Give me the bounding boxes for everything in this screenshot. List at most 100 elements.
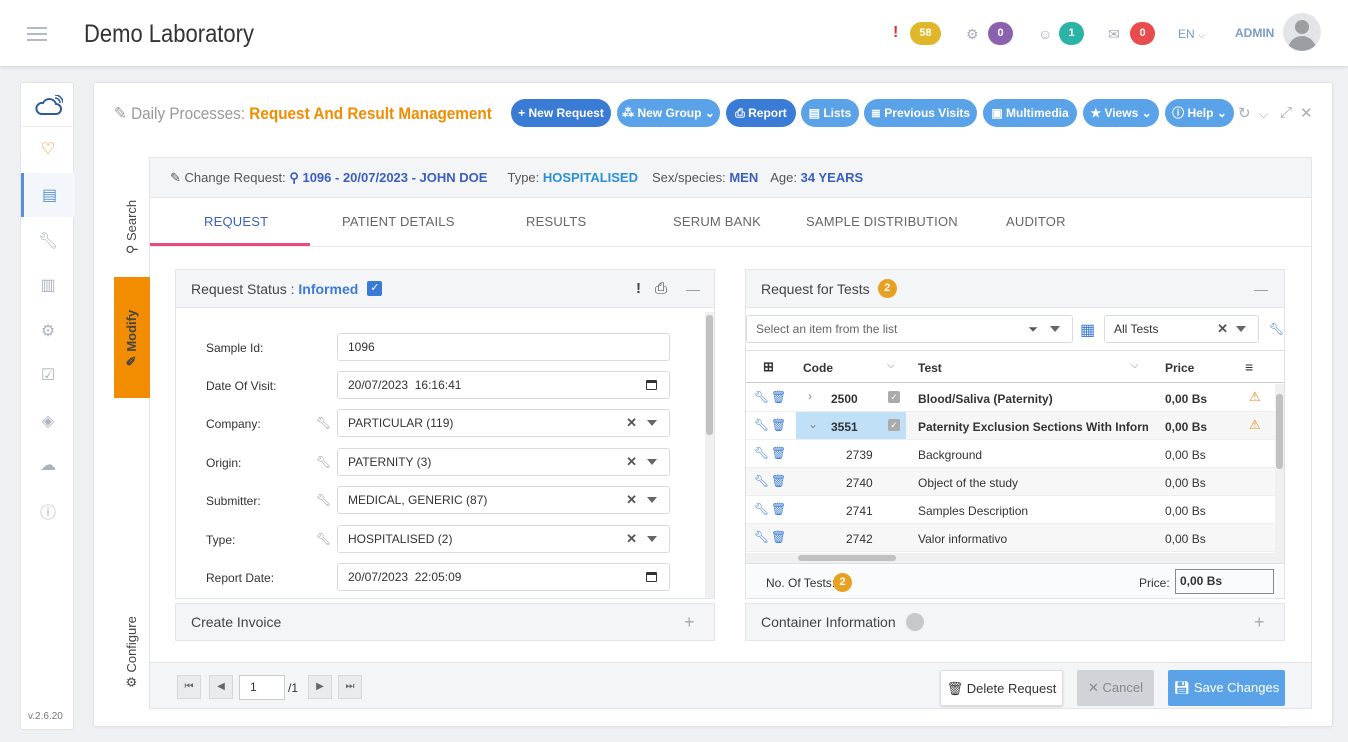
price-total-field[interactable]: 0,00 Bs bbox=[1175, 569, 1274, 594]
last-page-button[interactable]: ⏭ bbox=[338, 675, 362, 699]
informed-checkbox[interactable]: ✓ bbox=[367, 281, 383, 296]
gear-icon[interactable]: ⚙ bbox=[21, 309, 75, 353]
dropdown-icon[interactable] bbox=[1236, 326, 1246, 332]
table-row[interactable]: 🔧︎ 🗑︎ 2741 Samples Description 0,00 Bs bbox=[746, 496, 1284, 524]
minimize-icon[interactable]: — bbox=[1254, 281, 1268, 297]
wrench-icon[interactable]: 🔧︎ bbox=[754, 502, 769, 516]
wrench-icon[interactable]: 🔧︎ bbox=[21, 219, 75, 263]
tab-request[interactable]: REQUEST bbox=[204, 214, 268, 229]
tab-serum-bank[interactable]: SERUM BANK bbox=[673, 214, 761, 229]
users-icon[interactable]: ☺ bbox=[1038, 26, 1052, 42]
language-selector[interactable]: EN ⌵ bbox=[1178, 27, 1205, 41]
help-button[interactable]: ⓘ Help ⌄ bbox=[1165, 99, 1234, 127]
table-row[interactable]: 🔧︎ 🗑︎ ⌄ 3551 ✓ Paternity Exclusion Sections W… bbox=[746, 412, 1284, 440]
row-checkbox[interactable]: ✓ bbox=[888, 419, 900, 431]
menu-icon[interactable] bbox=[27, 27, 47, 41]
trash-icon[interactable]: 🗑︎ bbox=[771, 474, 786, 488]
new-request-button[interactable]: + New Request bbox=[511, 99, 611, 127]
table-row[interactable]: 🔧︎ 🗑︎ › 2500 ✓ Blood/Saliva (Paternity) 0,00 B… bbox=[746, 384, 1284, 412]
first-page-button[interactable]: ⏮ bbox=[177, 675, 201, 699]
trash-icon[interactable]: 🗑︎ bbox=[771, 502, 786, 516]
minimize-icon[interactable]: — bbox=[686, 281, 700, 297]
origin-select[interactable]: PATERNITY (3) ✕ bbox=[337, 448, 670, 476]
chevron-down-icon[interactable]: ⌵ bbox=[1131, 360, 1139, 371]
question-circle-icon[interactable]: ⓘ bbox=[21, 489, 75, 533]
table-row[interactable]: 🔧︎ 🗑︎ 2742 Valor informativo 0,00 Bs bbox=[746, 524, 1284, 552]
cloud-icon[interactable]: ☁ bbox=[21, 443, 75, 487]
table-row[interactable]: 🔧︎ 🗑︎ 2740 Object of the study 0,00 Bs bbox=[746, 468, 1284, 496]
trash-icon[interactable]: 🗑︎ bbox=[771, 530, 786, 544]
expand-row-icon[interactable]: ⌄ bbox=[808, 417, 818, 431]
cancel-button[interactable]: ✕ Cancel bbox=[1077, 670, 1154, 706]
wrench-icon[interactable]: 🔧︎ bbox=[754, 446, 769, 460]
delete-request-button[interactable]: 🗑︎ Delete Request bbox=[940, 670, 1063, 706]
grid-view-icon[interactable]: ▦ bbox=[1080, 320, 1095, 340]
tasks-badge[interactable]: 0 bbox=[988, 22, 1013, 45]
warning-icon[interactable]: ⚠ bbox=[1249, 417, 1261, 433]
form-scrollbar[interactable] bbox=[705, 312, 714, 598]
calendar-icon[interactable] bbox=[646, 572, 657, 582]
dropdown-icon[interactable] bbox=[647, 497, 657, 503]
collapse-icon[interactable]: ⌵ bbox=[1259, 107, 1268, 122]
wrench-icon[interactable]: 🔧︎ bbox=[316, 455, 331, 469]
views-button[interactable]: ★ Views ⌄ bbox=[1083, 99, 1159, 127]
next-page-button[interactable]: ▶ bbox=[308, 675, 332, 699]
wrench-icon[interactable]: 🔧︎ bbox=[316, 532, 331, 546]
create-invoice-card[interactable]: Create Invoice + bbox=[175, 603, 715, 641]
wrench-icon[interactable]: 🔧︎ bbox=[754, 418, 769, 432]
test-filter-select[interactable]: Select an item from the list ⏷ bbox=[746, 315, 1073, 343]
previous-visits-button[interactable]: ≣ Previous Visits bbox=[864, 99, 977, 127]
trash-icon[interactable]: 🗑︎ bbox=[771, 390, 786, 404]
envelope-icon[interactable]: ✉ bbox=[1108, 26, 1120, 43]
trash-icon[interactable]: 🗑︎ bbox=[771, 418, 786, 432]
save-changes-button[interactable]: 💾︎ Save Changes bbox=[1168, 670, 1285, 706]
wrench-icon[interactable]: 🔧︎ bbox=[316, 416, 331, 430]
expand-row-icon[interactable]: › bbox=[808, 389, 812, 403]
all-tests-select[interactable]: All Tests ✕ bbox=[1104, 315, 1259, 343]
wrench-icon[interactable]: 🔧︎ bbox=[1269, 322, 1284, 336]
container-info-card[interactable]: Container Information + bbox=[745, 603, 1285, 641]
tab-results[interactable]: RESULTS bbox=[526, 214, 586, 229]
dropdown-icon[interactable] bbox=[647, 459, 657, 465]
cogs-icon[interactable]: ⚙ bbox=[966, 26, 979, 43]
tab-modify[interactable]: ✎ Modify bbox=[114, 277, 150, 398]
company-select[interactable]: PARTICULAR (119) ✕ bbox=[337, 409, 670, 437]
report-button[interactable]: ⎙ Report bbox=[726, 99, 796, 127]
exclamation-icon[interactable]: ! bbox=[636, 280, 641, 297]
cube-icon[interactable]: ◈ bbox=[21, 399, 75, 443]
heart-icon[interactable]: ♡ bbox=[21, 127, 75, 171]
calendar-icon[interactable] bbox=[646, 380, 657, 390]
request-search-link[interactable]: ⚲ 1096 - 20/07/2023 - JOHN DOE bbox=[289, 170, 487, 186]
wrench-icon[interactable]: 🔧︎ bbox=[754, 474, 769, 488]
expand-icon[interactable]: ⤢ bbox=[1280, 104, 1292, 121]
row-checkbox[interactable]: ✓ bbox=[888, 391, 900, 403]
tab-sample-distribution[interactable]: SAMPLE DISTRIBUTION bbox=[806, 214, 958, 229]
wrench-icon[interactable]: 🔧︎ bbox=[316, 493, 331, 507]
refresh-icon[interactable]: ↻ bbox=[1238, 104, 1251, 122]
report-date-field[interactable]: 20/07/2023 22:05:09 bbox=[337, 563, 670, 591]
new-group-button[interactable]: ⁂ New Group ⌄ bbox=[617, 99, 720, 127]
exclamation-icon[interactable]: ! bbox=[893, 24, 898, 42]
table-row[interactable]: 🔧︎ 🗑︎ 2739 Background 0,00 Bs bbox=[746, 440, 1284, 468]
dropdown-icon[interactable] bbox=[647, 420, 657, 426]
column-menu-icon[interactable]: ≡ bbox=[1245, 359, 1253, 375]
chevron-down-icon[interactable]: ⌵ bbox=[887, 360, 895, 371]
column-price[interactable]: Price bbox=[1165, 361, 1194, 375]
avatar[interactable] bbox=[1283, 13, 1321, 51]
close-icon[interactable]: ✕ bbox=[1300, 104, 1313, 122]
filter-icon[interactable]: ⏷ bbox=[1028, 316, 1038, 342]
sample-id-field[interactable]: 1096 bbox=[337, 333, 670, 361]
add-icon[interactable]: ⊞ bbox=[763, 359, 774, 375]
date-of-visit-field[interactable]: 20/07/2023 16:16:41 bbox=[337, 371, 670, 399]
alerts-badge[interactable]: 58 bbox=[910, 22, 941, 45]
dropdown-icon[interactable] bbox=[647, 536, 657, 542]
page-input[interactable]: 1 bbox=[239, 675, 285, 700]
tab-configure[interactable]: ⚙ Configure bbox=[114, 612, 150, 692]
plus-icon[interactable]: + bbox=[684, 612, 695, 633]
tab-auditor[interactable]: AUDITOR bbox=[1006, 214, 1066, 229]
users-badge[interactable]: 1 bbox=[1059, 22, 1084, 45]
messages-badge[interactable]: 0 bbox=[1130, 22, 1155, 45]
tab-search[interactable]: ⚲ Search bbox=[114, 177, 150, 277]
grid-vscrollbar[interactable] bbox=[1275, 384, 1284, 553]
column-test[interactable]: Test bbox=[918, 361, 942, 375]
